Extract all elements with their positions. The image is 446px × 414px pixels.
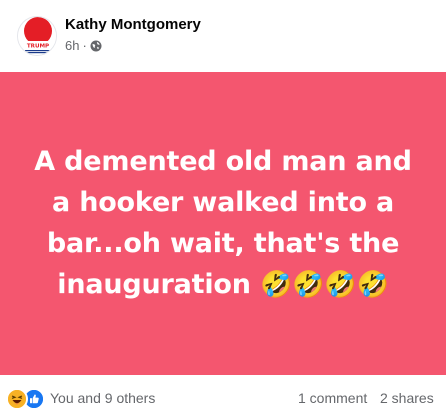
post-header: TRUMP Kathy Montgomery 6h · bbox=[0, 0, 446, 72]
post-meta: 6h · bbox=[65, 38, 102, 53]
reaction-icons[interactable] bbox=[6, 388, 45, 410]
globe-icon[interactable] bbox=[90, 40, 102, 52]
reaction-count[interactable]: You and 9 others bbox=[50, 390, 155, 406]
comments-count-link[interactable]: 1 comment bbox=[298, 390, 367, 406]
author-name[interactable]: Kathy Montgomery bbox=[65, 16, 201, 33]
avatar[interactable]: TRUMP bbox=[17, 16, 57, 56]
avatar-image: TRUMP bbox=[18, 17, 56, 55]
laughing-emoji-icon: 🤣🤣🤣🤣 bbox=[260, 270, 389, 300]
haha-icon bbox=[6, 388, 28, 410]
meta-separator: · bbox=[82, 38, 87, 53]
avatar-logo-text: TRUMP bbox=[27, 44, 49, 50]
shares-count-link[interactable]: 2 shares bbox=[380, 390, 434, 406]
post-timestamp[interactable]: 6h bbox=[65, 38, 79, 53]
post-text-background: A demented old man and a hooker walked i… bbox=[0, 72, 446, 375]
post-text: A demented old man and a hooker walked i… bbox=[33, 141, 413, 306]
post-footer: You and 9 others 1 comment 2 shares bbox=[0, 375, 446, 414]
